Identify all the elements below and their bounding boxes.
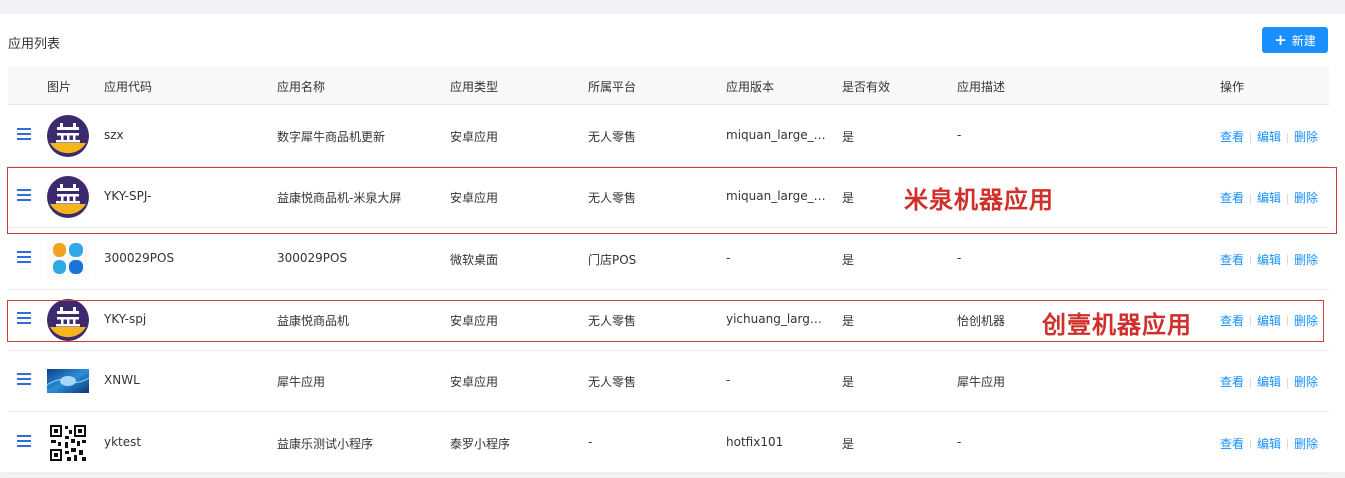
cell-code: XNWL <box>104 373 140 388</box>
col-desc[interactable]: 应用描述 <box>957 78 1005 95</box>
col-type[interactable]: 应用类型 <box>450 78 498 95</box>
drag-handle-icon[interactable] <box>17 434 31 449</box>
row-actions: 查看 编辑 删除 <box>1220 251 1318 268</box>
drag-handle-icon[interactable] <box>17 250 31 265</box>
cell-version: - <box>726 373 731 388</box>
row-actions: 查看 编辑 删除 <box>1220 373 1318 390</box>
delete-link[interactable]: 删除 <box>1294 375 1318 389</box>
view-link[interactable]: 查看 <box>1220 437 1244 451</box>
cell-valid: 是 <box>842 375 855 390</box>
blue-banner-image <box>46 360 90 402</box>
cell-type: 微软桌面 <box>450 252 499 267</box>
delete-link[interactable]: 删除 <box>1294 253 1318 267</box>
cell-platform: - <box>588 434 593 449</box>
divider <box>1287 377 1289 388</box>
app-list-card: 应用列表 + 新建 图片 应用代码 应用名称 应用类型 所属平台 应用版本 是否… <box>0 14 1345 474</box>
divider <box>1250 132 1252 143</box>
divider <box>1287 439 1289 449</box>
col-image: 图片 <box>47 80 72 94</box>
annotation-chuangyi: 创壹机器应用 <box>1042 311 1192 339</box>
cell-desc: - <box>957 128 962 142</box>
cell-valid: 是 <box>842 436 855 451</box>
cell-version: hotfix101 <box>726 434 784 449</box>
qr-code-icon <box>47 421 89 464</box>
divider <box>1250 439 1252 449</box>
cell-name: 数字犀牛商品机更新 <box>277 130 386 144</box>
drag-handle-icon[interactable] <box>17 373 31 387</box>
highlight-box-miquan <box>7 167 1337 234</box>
card-header: 应用列表 + 新建 <box>0 14 1345 66</box>
cell-platform: 无人零售 <box>588 130 637 144</box>
yikang-logo-icon <box>47 115 89 157</box>
row-actions: 查看 编辑 删除 <box>1220 128 1318 145</box>
view-link[interactable]: 查看 <box>1220 130 1244 144</box>
cell-type: 安卓应用 <box>450 130 499 144</box>
col-platform[interactable]: 所属平台 <box>588 78 636 95</box>
cell-type: 泰罗小程序 <box>450 436 511 451</box>
view-link[interactable]: 查看 <box>1220 375 1244 389</box>
edit-link[interactable]: 编辑 <box>1257 130 1281 144</box>
col-code[interactable]: 应用代码 <box>104 78 152 95</box>
view-link[interactable]: 查看 <box>1220 253 1244 267</box>
table-header: 图片 应用代码 应用名称 应用类型 所属平台 应用版本 是否有效 应用描述 操作 <box>8 66 1329 105</box>
new-button-label: 新建 <box>1291 33 1316 48</box>
cell-desc: 犀牛应用 <box>957 375 1006 390</box>
cell-version: miquan_large_prd... <box>726 128 828 142</box>
table-row: szx 数字犀牛商品机更新 安卓应用 无人零售 miquan_large_prd... 是… <box>8 105 1329 167</box>
delete-link[interactable]: 删除 <box>1294 130 1318 144</box>
cell-platform: 无人零售 <box>588 375 637 390</box>
divider <box>1287 255 1289 266</box>
edit-link[interactable]: 编辑 <box>1257 437 1281 451</box>
cell-valid: 是 <box>842 252 855 267</box>
drag-handle-icon[interactable] <box>17 128 31 142</box>
cell-version: - <box>726 250 731 265</box>
cell-code: 300029POS <box>104 250 175 265</box>
col-version[interactable]: 应用版本 <box>726 78 774 95</box>
col-valid[interactable]: 是否有效 <box>842 78 890 95</box>
col-name[interactable]: 应用名称 <box>277 78 325 95</box>
divider <box>1250 377 1252 388</box>
cell-desc: - <box>957 250 962 265</box>
divider <box>1250 255 1252 266</box>
table-row: XNWL 犀牛应用 安卓应用 无人零售 - 是 犀牛应用 查看 编辑 删除 <box>8 350 1329 413</box>
cell-name: 犀牛应用 <box>277 375 326 390</box>
cell-platform: 门店POS <box>588 252 637 267</box>
plus-icon: + <box>1274 30 1287 49</box>
cell-desc: - <box>957 434 962 449</box>
cell-type: 安卓应用 <box>450 375 499 390</box>
table-row: 300029POS 300029POS 微软桌面 门店POS - 是 - 查看 编辑 删除 <box>8 228 1329 290</box>
cell-code: szx <box>104 128 124 142</box>
divider <box>1287 132 1289 143</box>
grid-app-icon <box>47 237 89 280</box>
row-actions: 查看 编辑 删除 <box>1220 435 1318 452</box>
page-title: 应用列表 <box>8 37 61 52</box>
annotation-miquan: 米泉机器应用 <box>904 186 1054 214</box>
cell-valid: 是 <box>842 130 855 144</box>
cell-code: yktest <box>104 434 142 449</box>
cell-name: 300029POS <box>277 250 348 265</box>
new-button[interactable]: + 新建 <box>1262 27 1328 53</box>
cell-name: 益康乐测试小程序 <box>277 436 374 451</box>
edit-link[interactable]: 编辑 <box>1257 253 1281 267</box>
col-actions: 操作 <box>1220 80 1245 94</box>
edit-link[interactable]: 编辑 <box>1257 375 1281 389</box>
table-row: yktest 益康乐测试小程序 泰罗小程序 - hotfix101 是 - 查看 编辑 删除 <box>8 412 1329 474</box>
delete-link[interactable]: 删除 <box>1294 437 1318 451</box>
